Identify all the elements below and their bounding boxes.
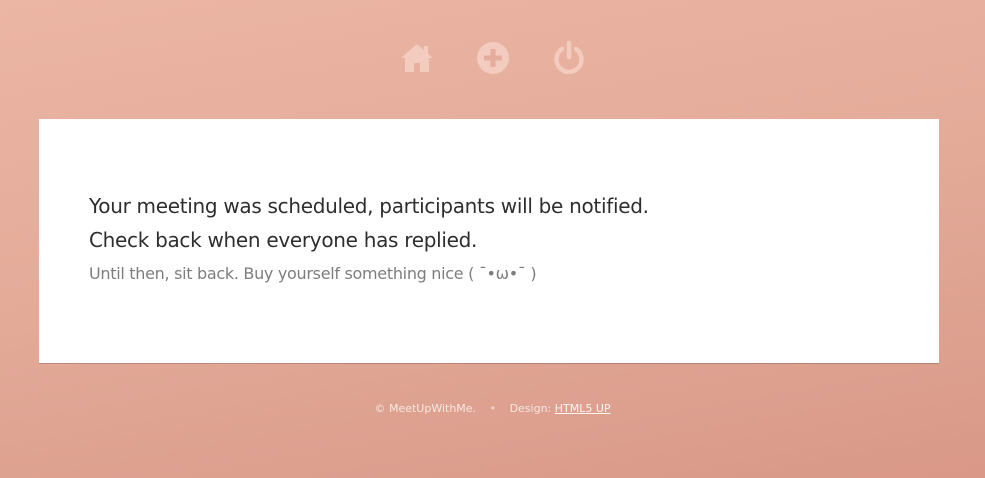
design-label: Design: — [509, 402, 555, 415]
confirmation-heading-line2: Check back when everyone has replied. — [89, 228, 478, 252]
footer-separator: • — [489, 402, 497, 415]
power-icon[interactable] — [551, 40, 587, 76]
confirmation-card: Your meeting was scheduled, participants… — [39, 119, 939, 363]
copyright-text: © MeetUpWithMe. — [374, 402, 477, 415]
home-icon[interactable] — [399, 40, 435, 76]
design-credit-link[interactable]: HTML5 UP — [555, 402, 611, 415]
confirmation-heading-line1: Your meeting was scheduled, participants… — [89, 194, 649, 218]
confirmation-subtext: Until then, sit back. Buy yourself somet… — [89, 264, 537, 283]
footer: © MeetUpWithMe. • Design: HTML5 UP — [0, 402, 985, 415]
top-nav — [0, 40, 985, 76]
plus-circle-icon[interactable] — [475, 40, 511, 76]
